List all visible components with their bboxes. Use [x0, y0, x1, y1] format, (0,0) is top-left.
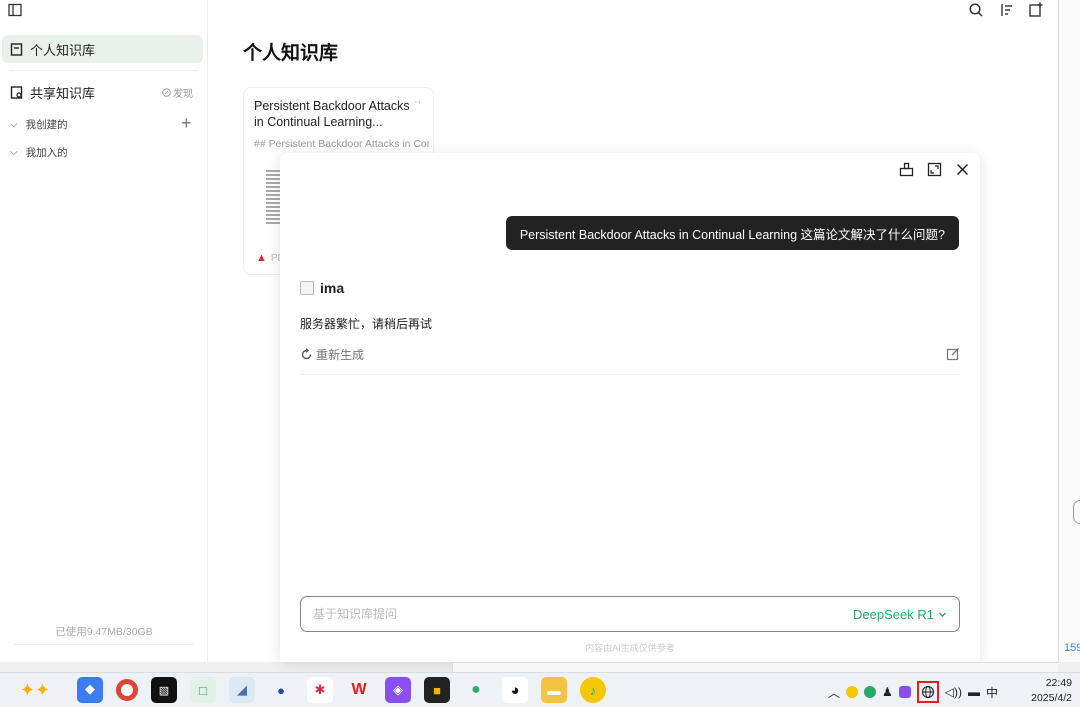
app-icon-notes[interactable]: ◆ — [77, 677, 103, 703]
discover-label: 发现 — [173, 89, 193, 100]
clock[interactable]: 22:49 2025/4/2 — [1020, 676, 1072, 706]
book-icon — [10, 42, 23, 56]
app-icon-editor[interactable]: ◈ — [385, 677, 411, 703]
question-input-box: DeepSeek R1 — [300, 596, 960, 632]
battery-icon[interactable]: ▬ — [968, 685, 980, 699]
floating-button[interactable] — [1073, 500, 1080, 524]
question-input[interactable] — [313, 607, 854, 621]
regenerate-button[interactable]: 重新生成 — [300, 346, 364, 363]
app-icon-files[interactable]: ◢ — [229, 677, 255, 703]
sort-icon[interactable] — [998, 2, 1014, 18]
card-title: Persistent Backdoor Attacks in Continual… — [254, 99, 410, 129]
tray-app-icon[interactable] — [846, 686, 859, 698]
app-icon-devtools[interactable]: ▧ — [151, 677, 177, 703]
panda-icon[interactable]: ◕ — [502, 677, 528, 703]
system-tray: ︿ ♟ ◁)) ▬ 中 — [828, 681, 998, 703]
copilot-icon[interactable]: ✦✦ — [6, 677, 64, 703]
tray-app-icon[interactable] — [898, 686, 911, 698]
message-divider — [300, 374, 960, 375]
add-knowledge-base-button[interactable]: + — [181, 114, 192, 132]
model-selector[interactable]: DeepSeek R1 — [853, 607, 947, 622]
wps-icon[interactable]: W — [346, 677, 372, 703]
regenerate-label: 重新生成 — [316, 348, 365, 362]
wechat-icon[interactable]: ● — [463, 677, 489, 703]
background-window-edge — [452, 662, 1058, 672]
file-explorer-icon[interactable]: ▬ — [541, 677, 567, 703]
sidebar-toggle-icon[interactable] — [8, 3, 22, 17]
expand-icon[interactable] — [927, 162, 942, 177]
chevron-up-icon[interactable]: ︿ — [828, 684, 840, 701]
edit-icon[interactable] — [946, 347, 960, 361]
clock-date: 2025/4/2 — [1031, 692, 1072, 704]
volume-icon[interactable]: ◁)) — [945, 685, 962, 699]
search-icon[interactable] — [968, 2, 984, 18]
compass-icon — [162, 88, 171, 97]
app-window: 个人知识库 共享知识库 发现 ⌵ 我创建的 + ⌵ 我加入的 已使用9.47MB… — [0, 0, 1058, 662]
chevron-down-icon — [939, 612, 946, 617]
more-options-icon[interactable]: ·· — [414, 96, 421, 108]
globe-icon[interactable] — [916, 681, 939, 703]
app-icon-vpn[interactable]: ● — [268, 677, 294, 703]
chrome-icon[interactable] — [116, 679, 138, 701]
qqmusic-icon[interactable]: ♪ — [580, 677, 606, 703]
ai-header: ima — [300, 280, 344, 296]
taskbar: ✦✦ ◆ ▧ □ ◢ ● ✱ W ◈ ■ ● ◕ ▬ ♪ ︿ ♟ ◁)) ▬ 中… — [0, 672, 1080, 707]
sidebar-item-personal[interactable]: 个人知识库 — [2, 35, 203, 63]
clear-icon[interactable] — [899, 162, 914, 177]
chevron-down-icon: ⌵ — [10, 147, 18, 158]
background-window: 159 — [1058, 0, 1080, 662]
broken-image-icon — [300, 281, 314, 295]
usage-divider — [14, 644, 194, 645]
ai-disclaimer: 内容由AI生成仅供参考 — [585, 643, 675, 653]
user-message: Persistent Backdoor Attacks in Continual… — [505, 216, 959, 250]
clock-time: 22:49 — [1045, 677, 1072, 689]
refresh-icon — [301, 348, 312, 360]
tray-app-icon[interactable] — [864, 686, 877, 698]
sidebar-item-label: 共享知识库 — [30, 85, 96, 101]
new-document-icon[interactable] — [1028, 2, 1044, 18]
close-icon[interactable] — [955, 162, 970, 177]
ime-indicator[interactable]: 中 — [986, 684, 998, 701]
taskbar-apps: ✦✦ ◆ ▧ □ ◢ ● ✱ W ◈ ■ ● ◕ ▬ ♪ — [6, 677, 606, 703]
sidebar-divider — [10, 70, 198, 71]
sidebar-group-joined[interactable]: ⌵ 我加入的 — [10, 145, 68, 160]
qq-icon[interactable]: ♟ — [882, 685, 893, 699]
chat-panel: Persistent Backdoor Attacks in Continual… — [280, 153, 980, 662]
sidebar-group-created[interactable]: ⌵ 我创建的 — [10, 117, 68, 132]
panel-toolbar — [899, 162, 970, 177]
ai-message: 服务器繁忙，请稍后再试 — [300, 317, 433, 331]
edge-number: 159 — [1064, 642, 1080, 654]
model-label: DeepSeek R1 — [853, 606, 934, 622]
jetbrains-icon[interactable]: ■ — [424, 677, 450, 703]
page-title: 个人知识库 — [243, 43, 339, 64]
storage-usage: 已使用9.47MB/30GB — [55, 626, 153, 638]
card-excerpt: ## Persistent Backdoor Attacks in Conti — [254, 138, 429, 150]
group-label: 我加入的 — [25, 147, 68, 159]
app-icon-remote[interactable]: □ — [190, 677, 216, 703]
sidebar: 个人知识库 共享知识库 发现 ⌵ 我创建的 + ⌵ 我加入的 已使用9.47MB… — [0, 0, 208, 662]
shared-book-icon — [10, 85, 23, 99]
pdf-icon: ▲ — [256, 252, 267, 264]
discover-link[interactable]: 发现 — [162, 85, 193, 100]
chevron-down-icon: ⌵ — [10, 119, 18, 130]
ai-name: ima — [320, 280, 345, 296]
group-label: 我创建的 — [25, 119, 68, 131]
sidebar-item-label: 个人知识库 — [30, 42, 96, 58]
top-toolbar — [968, 2, 1044, 18]
app-icon-network[interactable]: ✱ — [307, 677, 333, 703]
